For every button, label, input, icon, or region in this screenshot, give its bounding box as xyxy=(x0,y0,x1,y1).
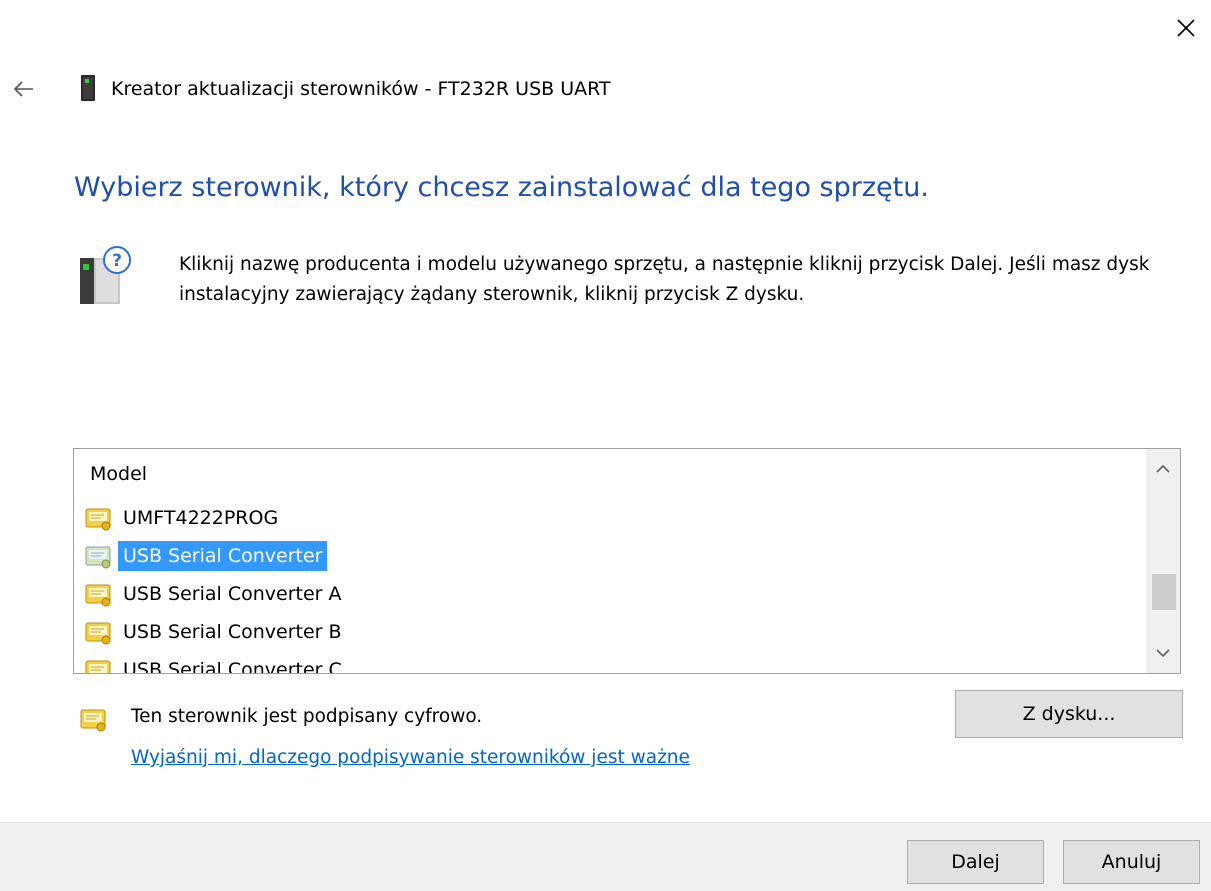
list-item-label: USB Serial Converter A xyxy=(123,583,342,605)
signature-status-text: Ten sterownik jest podpisany cyfrowo. xyxy=(131,706,483,727)
list-header-model: Model xyxy=(90,463,148,485)
list-scrollbar[interactable] xyxy=(1146,449,1180,673)
list-item-label: USB Serial Converter C xyxy=(123,659,342,674)
scroll-up-button[interactable] xyxy=(1146,449,1180,489)
scroll-thumb[interactable] xyxy=(1152,574,1176,610)
list-item-label: USB Serial Converter xyxy=(118,541,328,571)
list-item[interactable]: USB Serial Converter A xyxy=(74,575,1146,613)
certificate-icon xyxy=(85,584,111,607)
cancel-button[interactable]: Anuluj xyxy=(1063,840,1200,884)
instruction-text: Kliknij nazwę producenta i modelu używan… xyxy=(179,254,1150,305)
certificate-icon xyxy=(85,508,111,531)
device-help-icon: ? xyxy=(76,244,134,312)
next-button[interactable]: Dalej xyxy=(907,840,1044,884)
device-icon xyxy=(80,74,96,106)
close-button[interactable] xyxy=(1164,6,1208,50)
certificate-icon xyxy=(85,660,111,673)
window-title: Kreator aktualizacji sterowników - FT232… xyxy=(111,78,611,100)
scroll-down-button[interactable] xyxy=(1146,633,1180,673)
list-item[interactable]: USB Serial Converter B xyxy=(74,613,1146,651)
list-item[interactable]: UMFT4222PROG xyxy=(74,499,1146,537)
certificate-icon xyxy=(85,546,111,569)
model-list[interactable]: Model UMFT4222PROG USB Serial Converter xyxy=(73,448,1181,674)
chevron-down-icon xyxy=(1156,649,1170,658)
list-item[interactable]: USB Serial Converter C xyxy=(74,651,1146,674)
svg-text:?: ? xyxy=(112,251,122,271)
back-arrow-icon xyxy=(13,81,33,97)
list-item-label: UMFT4222PROG xyxy=(123,507,279,529)
list-item-selected[interactable]: USB Serial Converter xyxy=(74,537,1146,575)
list-item-label: USB Serial Converter B xyxy=(123,621,342,643)
back-button[interactable] xyxy=(4,71,42,107)
certificate-icon xyxy=(85,622,111,645)
page-heading: Wybierz sterownik, który chcesz zainstal… xyxy=(74,172,929,203)
have-disk-button[interactable]: Z dysku... xyxy=(955,690,1183,738)
certificate-icon xyxy=(79,707,109,737)
chevron-up-icon xyxy=(1156,464,1170,473)
driver-signing-help-link[interactable]: Wyjaśnij mi, dlaczego podpisywanie stero… xyxy=(131,744,690,772)
close-icon xyxy=(1177,19,1195,37)
